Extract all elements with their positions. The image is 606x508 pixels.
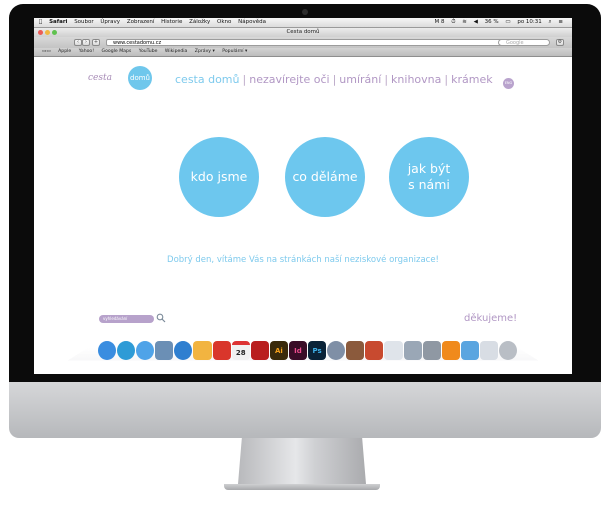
- address-bar[interactable]: www.cestadomu.cz: [106, 39, 526, 46]
- apple-menu-icon[interactable]: : [39, 18, 42, 27]
- photo-browser-icon[interactable]: [346, 341, 365, 360]
- search-icon[interactable]: [156, 313, 166, 323]
- browser-search-placeholder: Google: [506, 40, 524, 46]
- bookmark-item[interactable]: Wikipedia: [165, 49, 187, 54]
- thanks-link[interactable]: děkujeme!: [464, 313, 517, 324]
- preview-icon[interactable]: [155, 341, 174, 360]
- menu-app-safari[interactable]: Safari: [49, 18, 67, 27]
- bookmarks-bar: ▭▭ Apple Yahoo! Google Maps YouTube Wiki…: [34, 48, 572, 57]
- menu-item-napoveda[interactable]: Nápověda: [238, 18, 266, 27]
- reading-list-icon[interactable]: ▭▭: [42, 49, 51, 54]
- calendar-icon[interactable]: 28: [231, 341, 250, 360]
- site-nav: cesta domů | nezavírejte oči | umírání | kniho…: [175, 73, 493, 86]
- imac-foot: [224, 484, 380, 490]
- illustrator-icon[interactable]: Ai: [269, 341, 288, 360]
- add-bookmark-icon[interactable]: +: [92, 39, 100, 46]
- zoom-window-icon[interactable]: [52, 30, 57, 35]
- menu-item-historie[interactable]: Historie: [161, 18, 182, 27]
- status-text[interactable]: M 8: [435, 18, 445, 27]
- dock-icon-label: Ps: [312, 346, 322, 355]
- menu-extras: M 8 ⏱ ≋ ◀ 36 % ▭ po 10:31 ⌕ ≡: [435, 18, 569, 27]
- menu-item-zalozky[interactable]: Záložky: [189, 18, 210, 27]
- directory-icon[interactable]: [403, 341, 422, 360]
- site-logo-script[interactable]: cesta: [88, 73, 112, 83]
- circle-kdo-jsme[interactable]: kdo jsme: [179, 137, 259, 217]
- screen:  Safari Soubor Úpravy Zobrazení Histori…: [34, 18, 572, 374]
- trash-icon[interactable]: [498, 341, 518, 360]
- time-machine-icon[interactable]: ⏱: [451, 18, 455, 27]
- photoshop-icon[interactable]: Ps: [308, 341, 327, 360]
- dock-icon-label: Id: [294, 346, 302, 355]
- language-switch[interactable]: ENG: [503, 78, 514, 89]
- menu-item-soubor[interactable]: Soubor: [74, 18, 93, 27]
- folder-icon[interactable]: [460, 341, 479, 360]
- documents-icon[interactable]: [479, 341, 498, 360]
- books-icon[interactable]: [365, 341, 384, 360]
- close-window-icon[interactable]: [38, 30, 43, 35]
- nav-item-cesta-domu[interactable]: cesta domů: [175, 73, 240, 86]
- back-icon[interactable]: ‹: [74, 39, 82, 46]
- menu-item-zobrazeni[interactable]: Zobrazení: [127, 18, 155, 27]
- acrobat-icon[interactable]: [212, 341, 231, 360]
- imac-stand: [238, 438, 366, 484]
- indesign-icon[interactable]: Id: [288, 341, 308, 360]
- spotlight-icon[interactable]: ⌕: [549, 18, 552, 27]
- nav-item-kramek[interactable]: krámek: [451, 73, 493, 86]
- messages-icon[interactable]: [136, 341, 155, 360]
- wifi-icon[interactable]: ≋: [462, 18, 467, 27]
- circle-co-delame[interactable]: co děláme: [285, 137, 365, 217]
- forward-icon[interactable]: ›: [82, 39, 90, 46]
- notes-icon[interactable]: [193, 341, 212, 360]
- battery-percent[interactable]: 36 %: [485, 18, 499, 27]
- window-titlebar: Cesta domů: [34, 28, 572, 37]
- window-title: Cesta domů: [286, 29, 320, 35]
- camera-icon: [302, 9, 308, 15]
- finder-icon[interactable]: [98, 341, 117, 360]
- battery-icon[interactable]: ▭: [505, 18, 510, 27]
- dock-icon-label: Ai: [274, 346, 283, 355]
- nav-item-nezavirejte-oci[interactable]: nezavírejte oči: [249, 73, 329, 86]
- bookmark-item[interactable]: Yahoo!: [79, 49, 94, 54]
- url-text: www.cestadomu.cz: [113, 40, 162, 46]
- browser-toolbar: ‹ › + www.cestadomu.cz Google ⚙: [34, 37, 572, 48]
- menu-item-okno[interactable]: Okno: [217, 18, 231, 27]
- welcome-text: Dobrý den, vítáme Vás na stránkách naší …: [167, 255, 439, 265]
- browser-search-field[interactable]: Google: [498, 39, 550, 46]
- system-preferences-icon[interactable]: [422, 341, 441, 360]
- bookmark-item[interactable]: Google Maps: [102, 49, 132, 54]
- menu-bar:  Safari Soubor Úpravy Zobrazení Histori…: [34, 18, 572, 28]
- tools-icon[interactable]: [327, 341, 346, 360]
- menu-clock[interactable]: po 10:31: [517, 18, 541, 27]
- itunes-icon[interactable]: [174, 341, 193, 360]
- site-search-input[interactable]: vyhledávání: [99, 315, 154, 323]
- site-logo-circle[interactable]: domů: [128, 66, 152, 90]
- dock: 28 Ai Id Ps: [98, 330, 518, 360]
- site-search-placeholder: vyhledávání: [103, 316, 128, 321]
- bookmark-item[interactable]: Apple: [58, 49, 71, 54]
- vlc-icon[interactable]: [441, 341, 460, 360]
- circle-jak-byt-s-nami[interactable]: jak být s námi: [389, 137, 469, 217]
- bookmark-item[interactable]: YouTube: [139, 49, 158, 54]
- nav-item-umirani[interactable]: umírání: [339, 73, 381, 86]
- acrobat-pro-icon[interactable]: [250, 341, 269, 360]
- notification-icon[interactable]: ≡: [558, 18, 563, 27]
- dock-icon-label: 28: [235, 348, 246, 357]
- imac-chin: [9, 382, 601, 438]
- minimize-window-icon[interactable]: [45, 30, 50, 35]
- menu-item-upravy[interactable]: Úpravy: [100, 18, 120, 27]
- nav-item-knihovna[interactable]: knihovna: [391, 73, 441, 86]
- safari-icon[interactable]: [117, 341, 136, 360]
- bookmark-item[interactable]: Populární ▾: [222, 49, 247, 54]
- volume-icon[interactable]: ◀: [474, 18, 478, 27]
- settings-icon[interactable]: ⚙: [556, 39, 564, 46]
- textedit-icon[interactable]: [384, 341, 403, 360]
- bookmark-item[interactable]: Zprávy ▾: [195, 49, 215, 54]
